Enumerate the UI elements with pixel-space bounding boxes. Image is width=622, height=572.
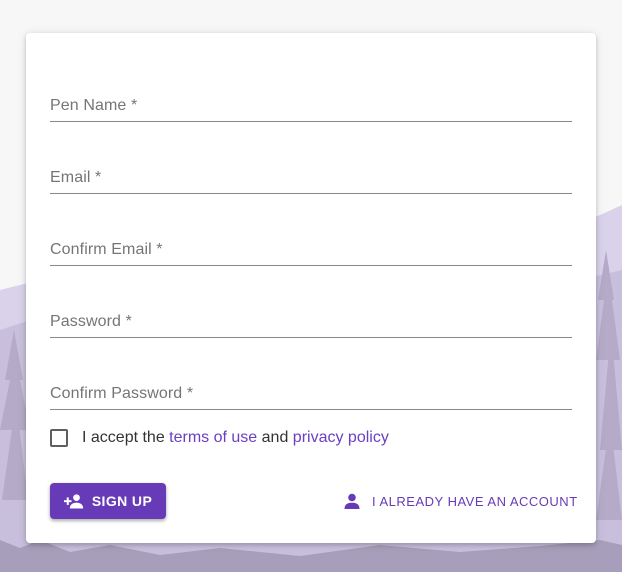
confirm-email-input[interactable]	[50, 233, 572, 265]
password-input[interactable]	[50, 305, 572, 337]
confirm-password-field[interactable]: Confirm Password *	[50, 369, 572, 410]
accept-terms-checkbox[interactable]	[50, 429, 68, 447]
email-field[interactable]: Email *	[50, 153, 572, 194]
pen-name-input[interactable]	[50, 89, 572, 121]
sign-up-label: SIGN UP	[91, 493, 153, 509]
password-field[interactable]: Password *	[50, 297, 572, 338]
already-have-account-button[interactable]: I ALREADY HAVE AN ACCOUNT	[344, 485, 578, 517]
sign-up-button[interactable]: SIGN UP	[50, 483, 166, 519]
already-have-account-label: I ALREADY HAVE AN ACCOUNT	[372, 493, 578, 509]
privacy-policy-link[interactable]: privacy policy	[293, 429, 389, 447]
pen-name-field[interactable]: Pen Name *	[50, 81, 572, 122]
terms-prefix-text: I accept the	[82, 429, 170, 446]
person-icon	[344, 493, 360, 509]
email-input[interactable]	[50, 161, 572, 193]
confirm-email-field[interactable]: Confirm Email *	[50, 225, 572, 266]
terms-middle-text: and	[257, 429, 293, 446]
terms-row: I accept the terms of use and privacy po…	[50, 427, 389, 449]
signup-card: Pen Name * Email * Confirm Email * Passw…	[26, 33, 596, 543]
confirm-password-input[interactable]	[50, 377, 572, 409]
terms-of-use-link[interactable]: terms of use	[169, 429, 257, 447]
person-add-icon	[63, 494, 83, 509]
